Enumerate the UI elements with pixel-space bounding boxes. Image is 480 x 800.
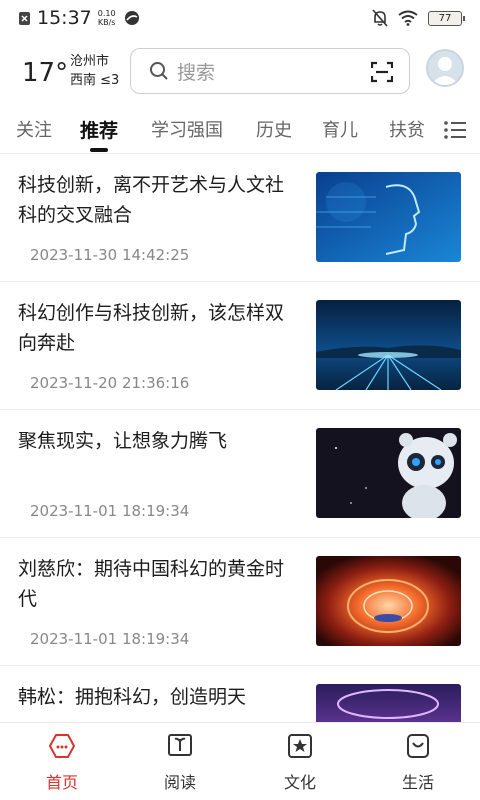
tab-parenting[interactable]: 育儿 — [322, 116, 358, 142]
tab-history[interactable]: 历史 — [256, 116, 292, 142]
tab-recommend[interactable]: 推荐 — [80, 116, 118, 143]
article-title: 聚焦现实，让想象力腾飞 — [18, 430, 228, 452]
scan-icon[interactable] — [371, 61, 393, 83]
status-time: 15:37 — [37, 7, 92, 29]
list-item[interactable]: 科幻创作与科技创新，该怎样双向奔赴 2023-11-20 21:36:16 — [0, 282, 480, 410]
home-icon — [48, 734, 76, 758]
list-item[interactable]: 刘慈欣：期待中国科幻的黄金时代 2023-11-01 18:19:34 — [0, 538, 480, 666]
wifi-icon — [398, 10, 418, 26]
user-avatar[interactable] — [426, 49, 464, 87]
nav-home[interactable]: 首页 — [22, 733, 102, 793]
article-time: 2023-11-01 18:19:34 — [30, 630, 190, 648]
search-box[interactable]: 搜索 — [130, 48, 410, 94]
mute-bell-icon — [372, 9, 388, 27]
nav-home-label: 首页 — [45, 773, 78, 792]
nav-life-label: 生活 — [401, 773, 434, 792]
avatar-icon — [431, 57, 459, 85]
article-thumbnail — [316, 684, 461, 722]
tab-xuexi[interactable]: 学习强国 — [151, 116, 223, 142]
top-header: 17° 沧州市 西南 ≤3 搜索 — [0, 44, 480, 100]
tab-menu-icon[interactable] — [444, 120, 466, 140]
tab-follow[interactable]: 关注 — [16, 116, 52, 142]
article-title: 科幻创作与科技创新，该怎样双向奔赴 — [18, 302, 285, 354]
nav-life[interactable]: 生活 — [378, 733, 458, 793]
search-placeholder: 搜索 — [177, 61, 216, 84]
weather-temperature[interactable]: 17° — [22, 58, 68, 88]
article-list: 科技创新，离不开艺术与人文社科的交叉融合 2023-11-30 14:42:25… — [0, 154, 480, 722]
tab-poverty[interactable]: 扶贫 — [389, 116, 425, 142]
nav-reading[interactable]: 阅读 — [140, 733, 220, 793]
article-time: 2023-11-20 21:36:16 — [30, 374, 190, 392]
article-time: 2023-11-01 18:19:34 — [30, 502, 190, 520]
wind-info: 西南 ≤3 — [70, 73, 120, 88]
article-thumbnail — [316, 428, 461, 518]
bottom-navigation: 首页 阅读 文化 生活 — [0, 722, 480, 800]
article-thumbnail — [316, 300, 461, 390]
nav-culture[interactable]: 文化 — [260, 733, 340, 793]
article-time: 2023-11-30 14:42:25 — [30, 246, 190, 264]
app-notification-icon — [124, 11, 139, 25]
network-speed: 0.10 KB/s — [97, 9, 116, 27]
list-item[interactable]: 科技创新，离不开艺术与人文社科的交叉融合 2023-11-30 14:42:25 — [0, 154, 480, 282]
active-tab-indicator — [90, 148, 108, 152]
nav-culture-label: 文化 — [283, 773, 316, 792]
article-thumbnail — [316, 172, 461, 262]
sim-off-icon — [19, 11, 30, 25]
list-item[interactable]: 聚焦现实，让想象力腾飞 2023-11-01 18:19:34 — [0, 410, 480, 538]
article-title: 韩松：拥抱科幻，创造明天 — [18, 686, 247, 708]
status-bar: 15:37 0.10 KB/s 77 — [0, 0, 480, 36]
search-icon — [150, 62, 168, 80]
city-name: 沧州市 — [70, 54, 110, 69]
list-item[interactable]: 韩松：拥抱科幻，创造明天 — [0, 666, 480, 722]
star-badge-icon — [288, 734, 312, 758]
battery-indicator: 77 — [428, 10, 465, 26]
smile-bag-icon — [407, 734, 429, 758]
nav-reading-label: 阅读 — [163, 773, 196, 792]
book-icon — [168, 734, 192, 756]
category-tabs: 关注 推荐 学习强国 历史 育儿 扶贫 — [0, 104, 480, 154]
article-title: 科技创新，离不开艺术与人文社科的交叉融合 — [18, 174, 285, 226]
article-title: 刘慈欣：期待中国科幻的黄金时代 — [18, 558, 285, 610]
weather-location[interactable]: 沧州市 西南 ≤3 — [70, 52, 119, 90]
article-thumbnail — [316, 556, 461, 646]
